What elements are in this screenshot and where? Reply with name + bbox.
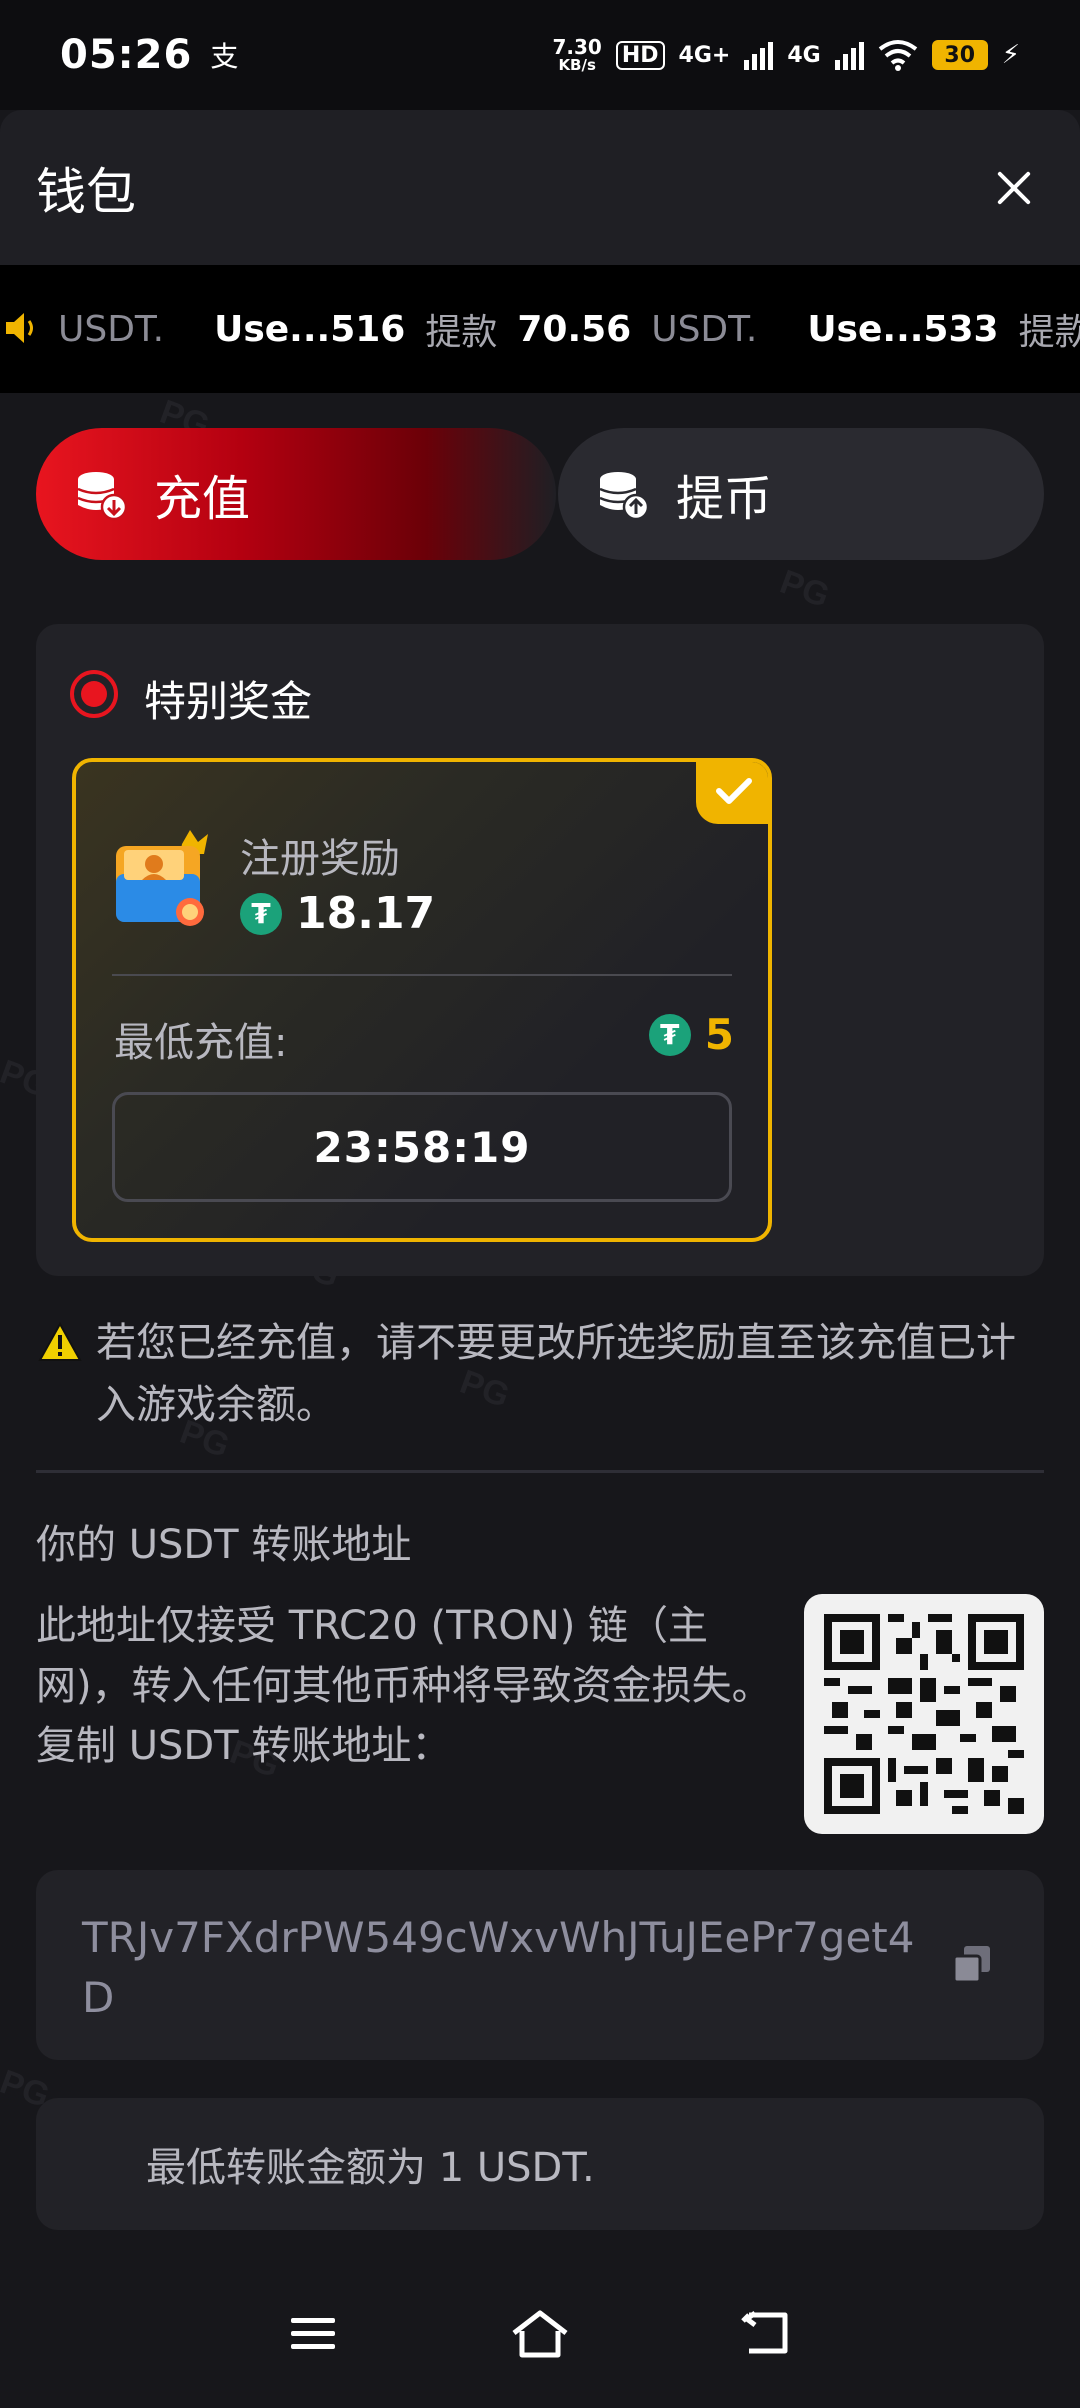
page-title: 钱包 [36,162,136,221]
withdraw-coins-icon [599,472,650,521]
status-carrier-icon: 支 [210,40,239,73]
reward-amount: 18.17 [296,888,436,939]
usdt-address-description: 此地址仅接受 TRC20 (TRON) 链（主网)，转入任何其他币种将导致资金损… [36,1603,772,1769]
tab-deposit-label: 充值 [154,471,251,527]
min-deposit-label: 最低充值: [114,1020,288,1066]
network-speed: 7.30 KB/s [553,37,602,73]
charging-icon: ⚡ [1001,40,1020,70]
ticker-type: 提款 [425,312,498,353]
signal-icon [834,40,864,70]
signal-icon [744,40,774,70]
ticker-amount: 70.56 [517,308,632,350]
close-icon[interactable] [984,158,1044,218]
network-type-2: 4G [787,42,821,68]
watermark: PG [775,562,835,616]
status-indicators: 7.30 KB/s HD 4G+ 4G 30 ⚡ [553,37,1021,73]
min-transfer-text: 最低转账金额为 1 USDT. [146,2145,595,2191]
countdown-timer: 23:58:19 [112,1092,732,1202]
tether-icon: ₮ [648,1013,691,1056]
section-divider [36,1470,1044,1473]
copy-icon[interactable] [950,1942,994,1986]
tether-icon: ₮ [240,892,282,935]
usdt-address-text: TRJv7FXdrPW549cWxvWhJTuJEePr7get4D [82,1913,915,2022]
usdt-address-box[interactable]: TRJv7FXdrPW549cWxvWhJTuJEePr7get4D [36,1870,1044,2060]
bonus-title: 特别奖金 [144,677,313,726]
qr-code-image [824,1614,1024,1814]
ticker-user: Use...516 [214,308,406,350]
speaker-icon [6,313,33,343]
special-bonus-section: 特别奖金 注册奖励 ₮ 18.17 最低充值: ₮ 5 23:58:19 [36,624,1044,1276]
radio-selected-icon[interactable] [70,670,118,718]
ticker-unit: USDT. [651,308,758,350]
warning-icon [38,1322,82,1361]
network-speed-unit: KB/s [558,56,596,74]
reward-name: 注册奖励 [240,836,400,882]
min-transfer-notice: 最低转账金额为 1 USDT. [36,2098,1044,2230]
system-nav-bar [0,2260,1080,2408]
withdrawal-ticker: USDT. Use...516 提款 70.56 USDT. Use...533… [0,265,1080,393]
battery-icon: 30 [931,40,988,70]
wallet-gift-icon [116,830,208,926]
card-divider [112,974,732,976]
status-time: 05:26 [60,32,193,78]
reward-amount-row: ₮ 18.17 [240,888,435,939]
usdt-address-title: 你的 USDT 转账地址 [36,1522,412,1568]
ticker-track: USDT. Use...516 提款 70.56 USDT. Use...533… [58,265,1080,393]
tab-withdraw[interactable]: 提币 [558,428,1044,560]
min-deposit-value-row: ₮ 5 [648,1010,734,1059]
min-deposit-value: 5 [704,1010,734,1059]
ticker-user: Use...533 [807,308,999,350]
home-icon[interactable] [505,2304,575,2364]
checkmark-icon [696,762,768,824]
menu-icon[interactable] [278,2304,348,2364]
ticker-type: 提款 [1018,312,1080,353]
back-icon[interactable] [732,2304,802,2364]
deposit-coins-icon [77,472,128,521]
tab-deposit[interactable]: 充值 [36,428,556,560]
ticker-unit: USDT. [58,308,165,350]
wifi-icon [878,40,917,71]
network-type-1: 4G+ [678,42,731,68]
status-bar: 05:26 支 7.30 KB/s HD 4G+ 4G 30 ⚡ [0,0,1080,110]
network-speed-value: 7.30 [552,35,602,59]
tab-withdraw-label: 提币 [676,471,773,527]
qr-code[interactable] [804,1594,1044,1834]
reward-card[interactable]: 注册奖励 ₮ 18.17 最低充值: ₮ 5 23:58:19 [72,758,772,1242]
deposit-warning: 若您已经充值，请不要更改所选奖励直至该充值已计入游戏余额。 [96,1320,1016,1428]
hd-icon: HD [615,40,665,70]
wallet-header: 钱包 [0,110,1080,265]
